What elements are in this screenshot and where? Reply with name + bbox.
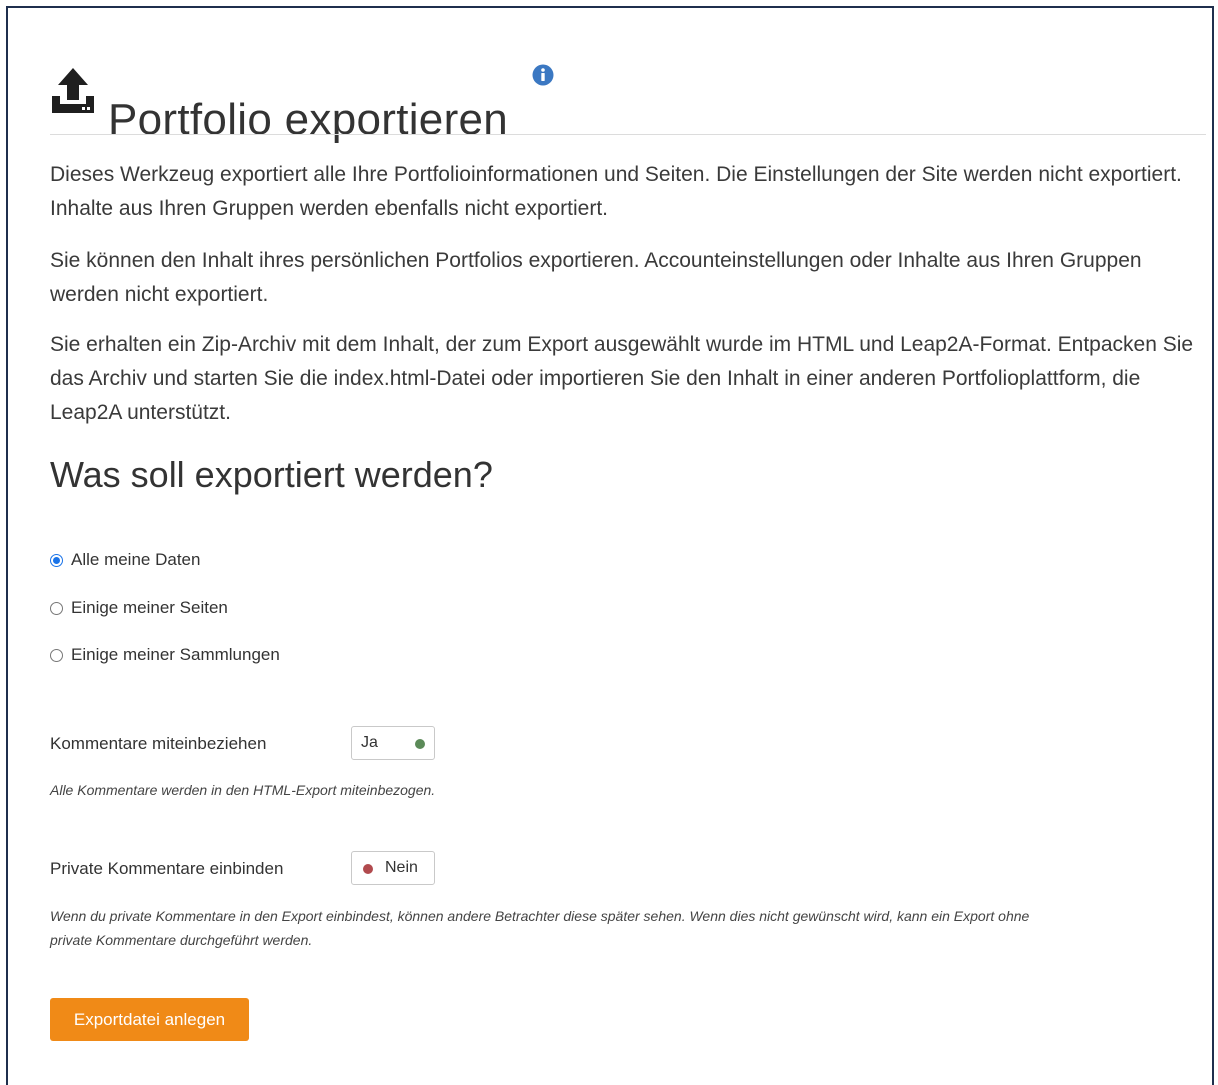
toggle-value: Ja xyxy=(361,734,378,751)
radio-button-selected[interactable] xyxy=(50,553,63,567)
create-export-button[interactable]: Exportdatei anlegen xyxy=(50,998,249,1041)
upload-icon xyxy=(52,68,94,113)
private-comments-label: Private Kommentare einbinden xyxy=(50,859,284,878)
comments-toggle[interactable]: Ja xyxy=(351,726,435,760)
toggle-on-indicator xyxy=(415,739,425,749)
toggle-off-indicator xyxy=(363,864,373,874)
private-comments-toggle[interactable]: Nein xyxy=(351,851,435,885)
intro-paragraph-1: Dieses Werkzeug exportiert alle Ihre Por… xyxy=(50,163,1182,220)
radio-label: Einige meiner Seiten xyxy=(71,598,228,617)
radio-button[interactable] xyxy=(50,601,63,615)
radio-option-some-pages[interactable]: Einige meiner Seiten xyxy=(50,598,228,618)
toggle-value: Nein xyxy=(385,859,418,876)
radio-button[interactable] xyxy=(50,648,63,662)
radio-label: Einige meiner Sammlungen xyxy=(71,645,280,664)
radio-option-all-data[interactable]: Alle meine Daten xyxy=(50,550,200,570)
radio-option-some-collections[interactable]: Einige meiner Sammlungen xyxy=(50,645,280,665)
export-section-heading: Was soll exportiert werden? xyxy=(50,454,493,495)
page-frame: Portfolio exportieren Dieses Werkzeug ex… xyxy=(6,6,1214,1085)
comments-help-text: Alle Kommentare werden in den HTML-Expor… xyxy=(50,782,436,798)
info-icon[interactable] xyxy=(532,64,554,86)
intro-paragraph-2: Sie können den Inhalt ihres persönlichen… xyxy=(50,249,1142,306)
page-title: Portfolio exportieren xyxy=(108,95,509,145)
private-comments-help-text: Wenn du private Kommentare in den Export… xyxy=(50,908,1030,948)
radio-label: Alle meine Daten xyxy=(71,550,201,569)
intro-paragraph-3: Sie erhalten ein Zip-Archiv mit dem Inha… xyxy=(50,333,1194,424)
comments-label: Kommentare miteinbeziehen xyxy=(50,734,267,753)
header-divider xyxy=(50,134,1206,135)
